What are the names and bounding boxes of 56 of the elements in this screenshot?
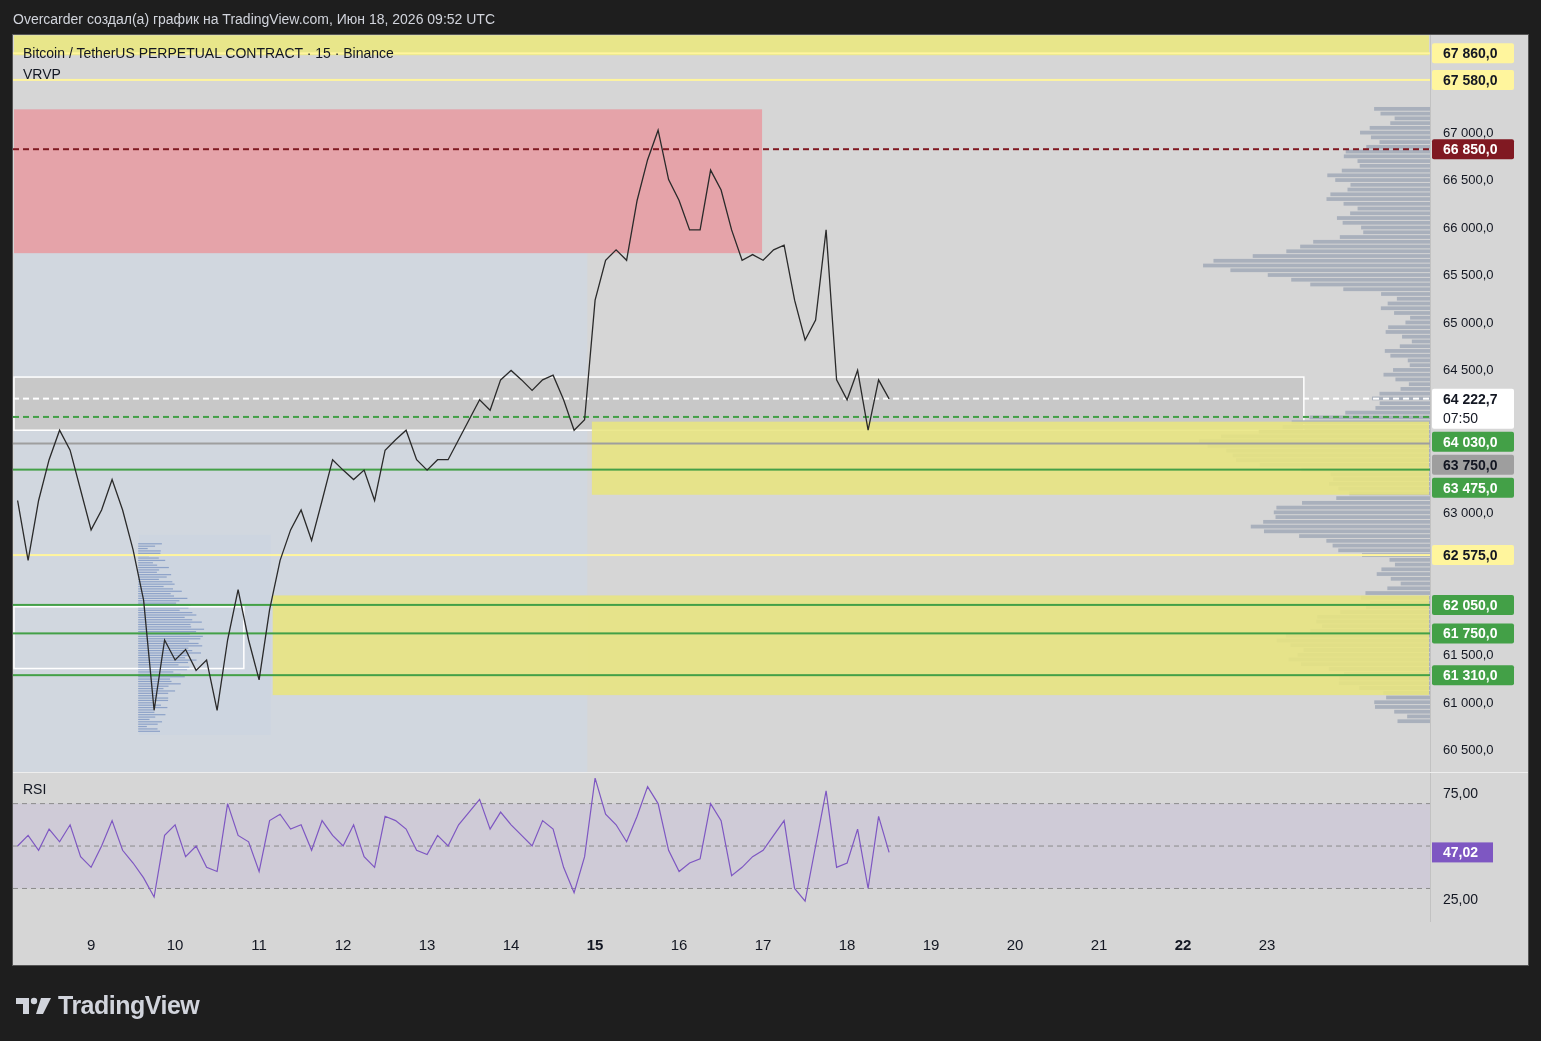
rsi-axis-label: 75,00 <box>1443 785 1479 801</box>
time-axis-label: 20 <box>1006 936 1024 953</box>
time-axis-label: 21 <box>1090 936 1108 953</box>
ref-line-label: 67 580,0 <box>1443 71 1498 88</box>
price-tag: 62 575,0 <box>1432 545 1514 566</box>
time-axis-label: 11 <box>251 936 267 953</box>
ref-line-label: 61 310,0 <box>1443 667 1498 684</box>
time-axis-label: 16 <box>670 936 688 953</box>
symbol-title: Bitcoin / TetherUS PERPETUAL CONTRACT · 15 · Binance <box>23 45 394 61</box>
price-axis-label: 60 500,0 <box>1443 742 1494 758</box>
time-axis-label: 15 <box>586 936 604 953</box>
price-axis-label: 65 000,0 <box>1443 314 1494 330</box>
price-axis-label: 67 000,0 <box>1443 124 1494 140</box>
price-axis-label: 61 000,0 <box>1443 694 1494 710</box>
price-tag: 64 030,0 <box>1432 431 1514 452</box>
ref-line-label: 62 575,0 <box>1443 547 1498 564</box>
time-axis-label: 18 <box>838 936 856 953</box>
price-axis-label: 61 500,0 <box>1443 647 1494 663</box>
price-tag: 66 850,0 <box>1432 139 1514 160</box>
rsi-axis-label: 25,00 <box>1443 891 1479 908</box>
ref-line-label: 64 030,0 <box>1443 433 1498 450</box>
time-axis-label: 14 <box>502 936 520 953</box>
time-axis-label: 19 <box>922 936 940 953</box>
price-tag: 63 750,0 <box>1432 454 1514 475</box>
chart-caption: Overcarder создал(а) график на TradingView.com, Июн 18, 2026 09:52 UTC <box>12 10 497 29</box>
price-axis-label: 63 000,0 <box>1443 504 1494 520</box>
price-tag: 61 750,0 <box>1432 623 1514 644</box>
ref-line-label: 67 860,0 <box>1443 45 1498 62</box>
price-axis-label: 66 500,0 <box>1443 172 1494 188</box>
logo-text: TradingView <box>58 991 200 1020</box>
time-axis-label: 10 <box>166 936 184 953</box>
ref-line-label: 63 475,0 <box>1443 479 1498 496</box>
time-axis-label: 17 <box>754 936 772 953</box>
price-tag: 67 860,0 <box>1432 43 1514 64</box>
price-tag: 62 050,0 <box>1432 594 1514 615</box>
ref-line-label: 61 750,0 <box>1443 625 1498 642</box>
price-tag: 61 310,0 <box>1432 665 1514 686</box>
ref-line-label: 64 222,7 <box>1443 390 1498 407</box>
logo-icon <box>16 995 52 1016</box>
price-tag: 63 475,0 <box>1432 477 1514 498</box>
indicator-label: RSI <box>23 781 47 797</box>
time-axis-label: 22 <box>1174 936 1192 953</box>
time-axis-label: 12 <box>334 936 352 953</box>
ref-line-label: 63 750,0 <box>1443 456 1498 473</box>
value-tag: 47,02 <box>1432 842 1493 863</box>
time-axis-label: 13 <box>418 936 436 953</box>
time-axis-label: 23 <box>1258 936 1276 953</box>
price-tag: 64 222,7 07:50 <box>1432 388 1514 429</box>
time-axis-label: 9 <box>86 936 96 953</box>
price-axis-label: 65 500,0 <box>1443 267 1494 283</box>
indicator-label: VRVP <box>23 66 61 82</box>
price-axis-label: 64 500,0 <box>1443 362 1494 378</box>
price-axis-label: 66 000,0 <box>1443 219 1494 235</box>
price-tag: 67 580,0 <box>1432 69 1514 90</box>
ref-line-label: 62 050,0 <box>1443 596 1498 613</box>
ref-line-label: 66 850,0 <box>1443 141 1498 158</box>
